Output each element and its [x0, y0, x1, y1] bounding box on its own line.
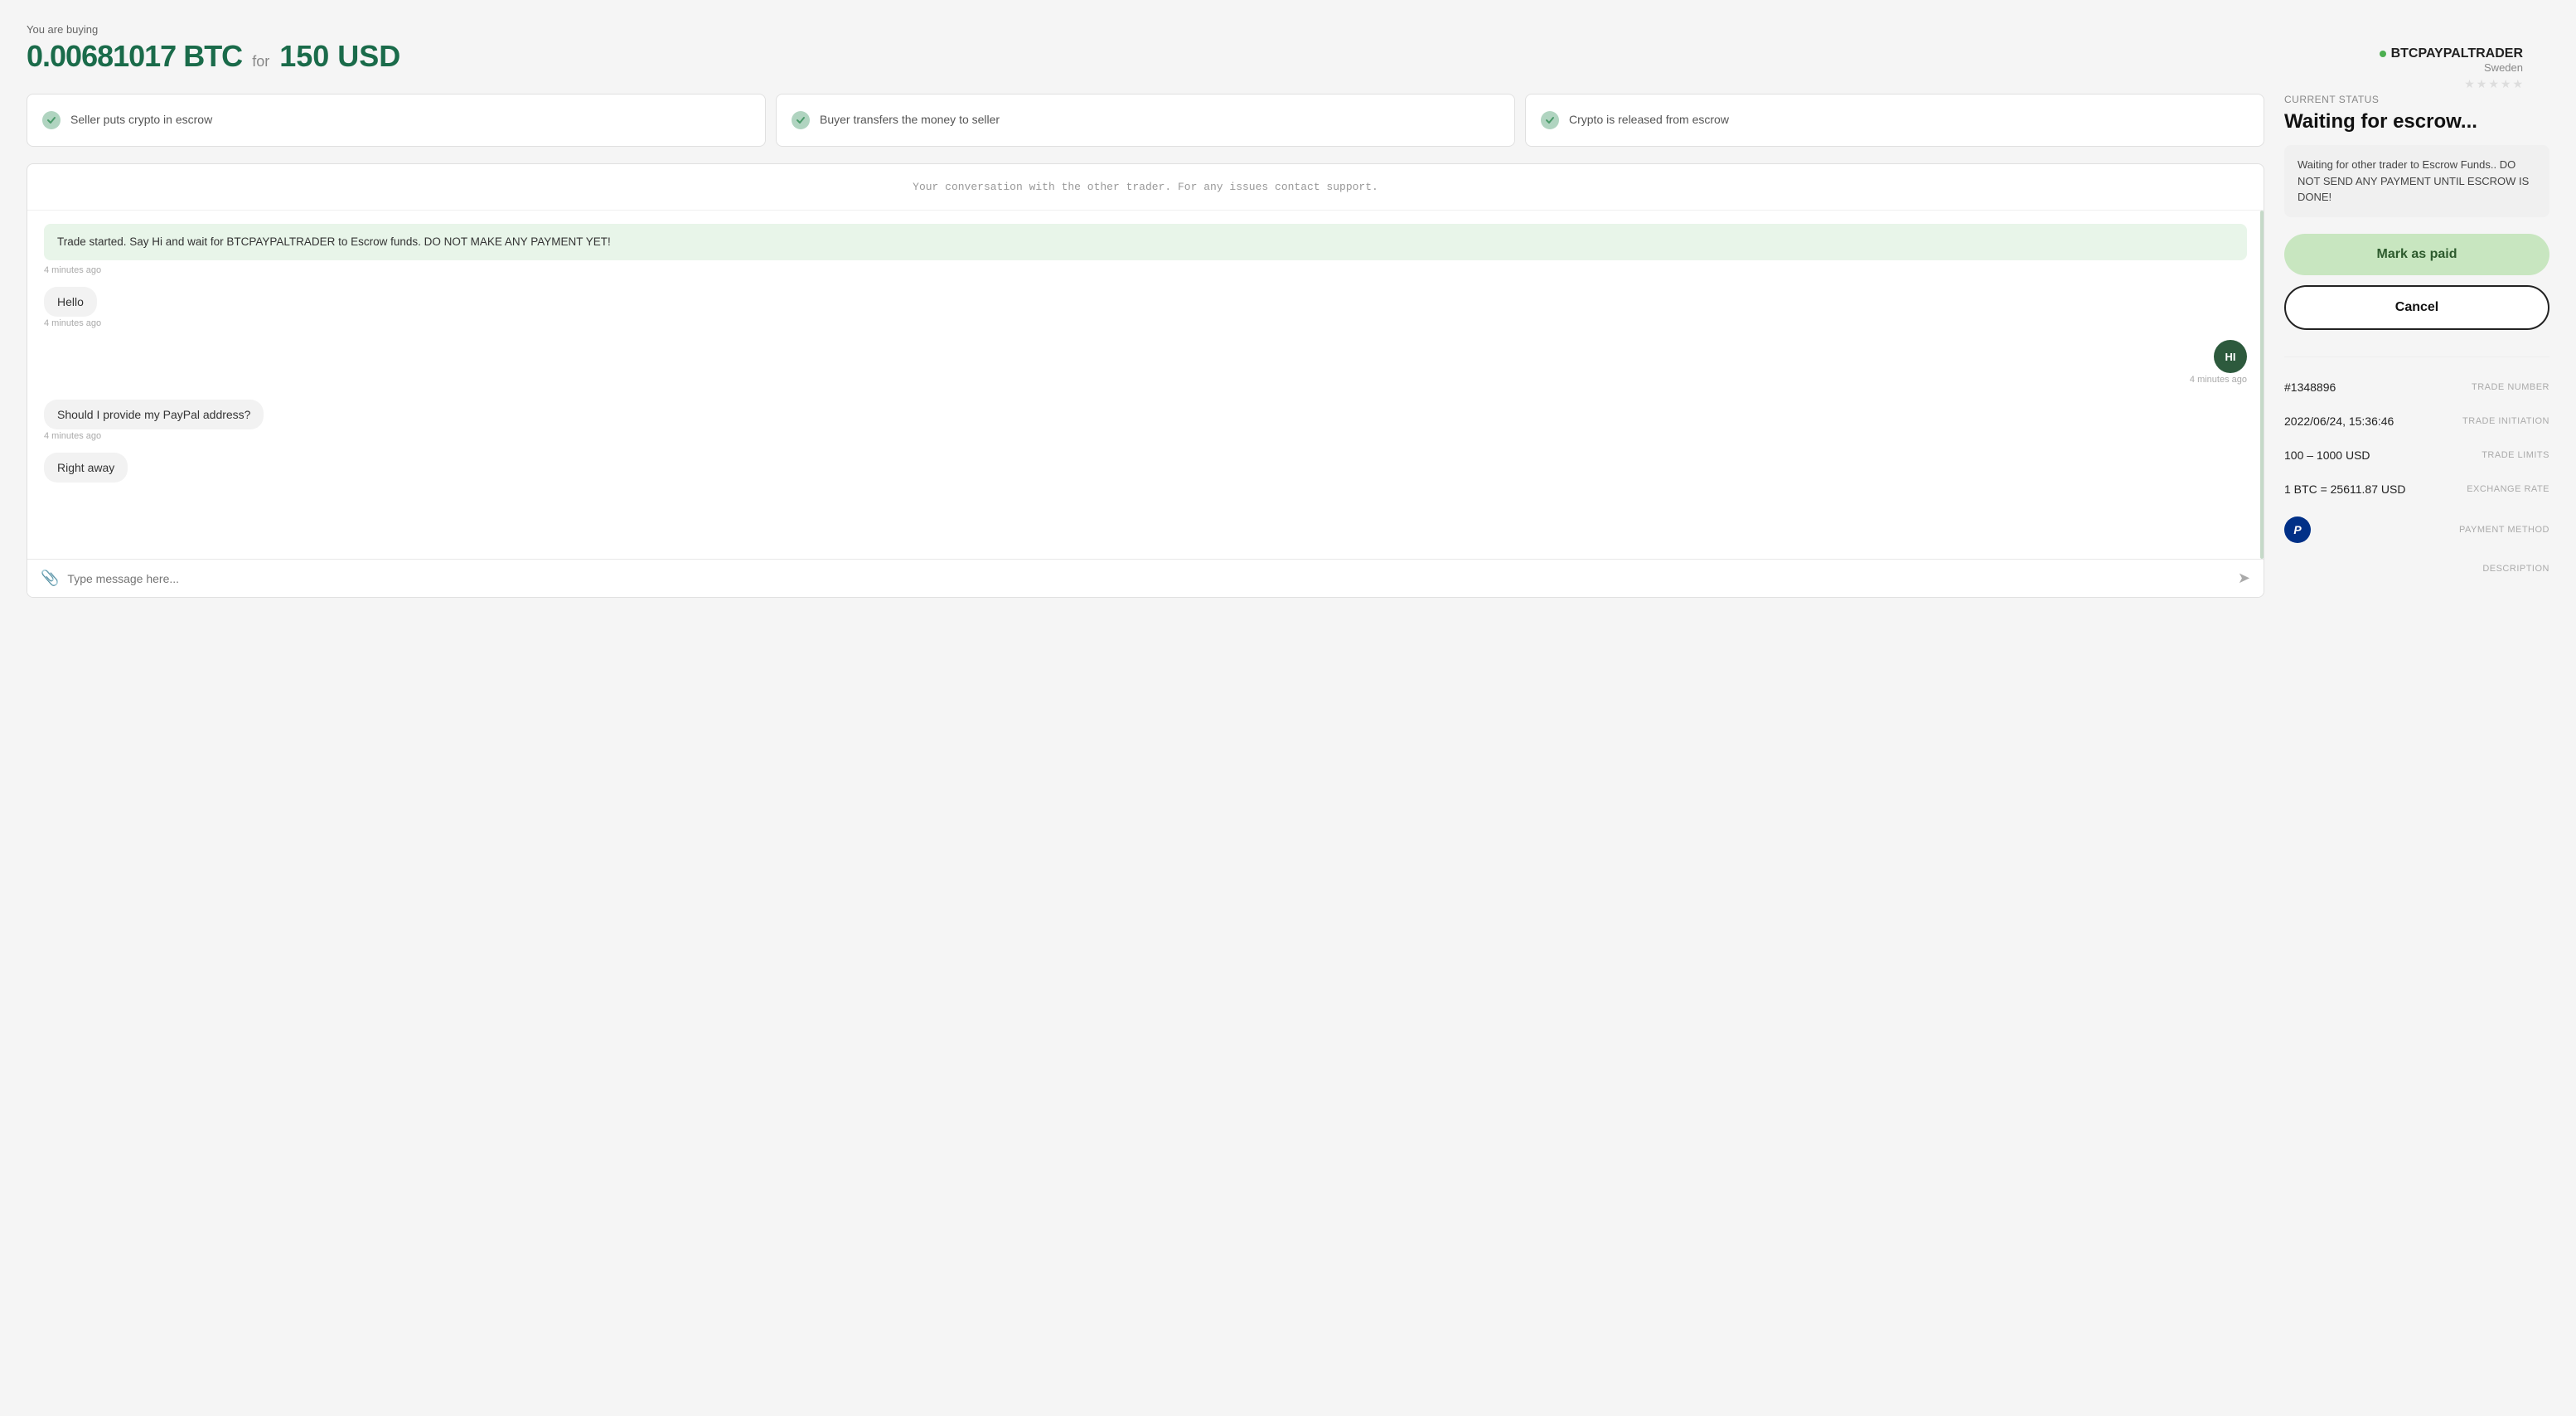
star-1: ★ [2464, 77, 2475, 91]
star-2: ★ [2477, 77, 2487, 91]
buying-label: You are buying [27, 23, 2549, 36]
trade-initiation-key: TRADE INITIATION [2462, 416, 2549, 426]
status-warning: Waiting for other trader to Escrow Funds… [2284, 145, 2549, 217]
mark-as-paid-button[interactable]: Mark as paid [2284, 234, 2549, 275]
chat-messages[interactable]: Trade started. Say Hi and wait for BTCPA… [27, 211, 2264, 559]
trader-location: Sweden [2380, 61, 2523, 74]
send-icon[interactable]: ➤ [2238, 570, 2250, 587]
step-3-check [1541, 111, 1559, 129]
step-1-check [42, 111, 61, 129]
for-label: for [252, 53, 269, 70]
step-3-label: Crypto is released from escrow [1569, 112, 1729, 129]
chat-notice: Your conversation with the other trader.… [27, 164, 2264, 211]
bubble-rightaway: Right away [44, 453, 128, 483]
step-2: Buyer transfers the money to seller [776, 94, 1515, 147]
scroll-indicator [2260, 211, 2264, 559]
bubble-hello: Hello [44, 287, 97, 317]
trade-number-row: #1348896 TRADE NUMBER [2284, 371, 2549, 405]
star-3: ★ [2488, 77, 2499, 91]
online-indicator [2380, 51, 2386, 57]
message-rightaway: Right away [44, 453, 2247, 483]
main-layout: Seller puts crypto in escrow Buyer trans… [27, 94, 2549, 598]
step-2-check [792, 111, 810, 129]
trade-limits-value: 100 – 1000 USD [2284, 449, 2370, 462]
trade-details: #1348896 TRADE NUMBER 2022/06/24, 15:36:… [2284, 356, 2549, 584]
status-title: Waiting for escrow... [2284, 110, 2549, 133]
trade-limits-row: 100 – 1000 USD TRADE LIMITS [2284, 439, 2549, 473]
paypal-icon: P [2284, 516, 2311, 543]
left-panel: Seller puts crypto in escrow Buyer trans… [27, 94, 2264, 598]
step-1-label: Seller puts crypto in escrow [70, 112, 212, 129]
trade-initiation-value: 2022/06/24, 15:36:46 [2284, 415, 2394, 428]
usd-amount: 150 USD [279, 39, 400, 74]
bubble-paypal: Should I provide my PayPal address? [44, 400, 264, 429]
message-paypal-time: 4 minutes ago [44, 431, 2247, 441]
trade-initiation-row: 2022/06/24, 15:36:46 TRADE INITIATION [2284, 405, 2549, 439]
exchange-rate-value: 1 BTC = 25611.87 USD [2284, 483, 2405, 496]
steps-container: Seller puts crypto in escrow Buyer trans… [27, 94, 2264, 147]
payment-method-key: PAYMENT METHOD [2459, 525, 2549, 535]
buying-amount: 0.00681017 BTC for 150 USD [27, 39, 2549, 74]
star-rating: ★ ★ ★ ★ ★ [2380, 77, 2523, 91]
page-header: You are buying 0.00681017 BTC for 150 US… [27, 23, 2549, 74]
btc-amount: 0.00681017 BTC [27, 39, 242, 74]
trade-limits-key: TRADE LIMITS [2482, 450, 2549, 460]
star-5: ★ [2512, 77, 2523, 91]
chat-input-bar: 📎 ➤ [27, 559, 2264, 597]
system-message: Trade started. Say Hi and wait for BTCPA… [44, 224, 2247, 260]
message-hi: HI 4 minutes ago [44, 340, 2247, 396]
step-1: Seller puts crypto in escrow [27, 94, 766, 147]
description-key: DESCRIPTION [2284, 554, 2549, 584]
attach-icon[interactable]: 📎 [41, 570, 59, 587]
exchange-rate-row: 1 BTC = 25611.87 USD EXCHANGE RATE [2284, 473, 2549, 507]
step-2-label: Buyer transfers the money to seller [820, 112, 1000, 129]
message-hello: Hello 4 minutes ago [44, 287, 2247, 328]
payment-method-row: P PAYMENT METHOD [2284, 507, 2549, 554]
message-hello-time: 4 minutes ago [44, 318, 2247, 328]
current-status-label: CURRENT STATUS [2284, 94, 2549, 105]
trade-number-value: #1348896 [2284, 381, 2336, 394]
avatar-hi: HI [2214, 340, 2247, 373]
chat-panel: Your conversation with the other trader.… [27, 163, 2264, 598]
message-paypal: Should I provide my PayPal address? 4 mi… [44, 400, 2247, 441]
cancel-button[interactable]: Cancel [2284, 285, 2549, 330]
trader-info: BTCPAYPALTRADER Sweden ★ ★ ★ ★ ★ [2380, 46, 2523, 91]
trade-number-key: TRADE NUMBER [2472, 382, 2549, 392]
right-panel: CURRENT STATUS Waiting for escrow... Wai… [2284, 94, 2549, 584]
exchange-rate-key: EXCHANGE RATE [2467, 484, 2549, 494]
trader-name: BTCPAYPALTRADER [2380, 46, 2523, 61]
message-hi-time: 4 minutes ago [2190, 375, 2247, 385]
system-message-time: 4 minutes ago [44, 265, 2247, 275]
step-3: Crypto is released from escrow [1525, 94, 2264, 147]
chat-input[interactable] [67, 572, 2229, 585]
star-4: ★ [2501, 77, 2511, 91]
